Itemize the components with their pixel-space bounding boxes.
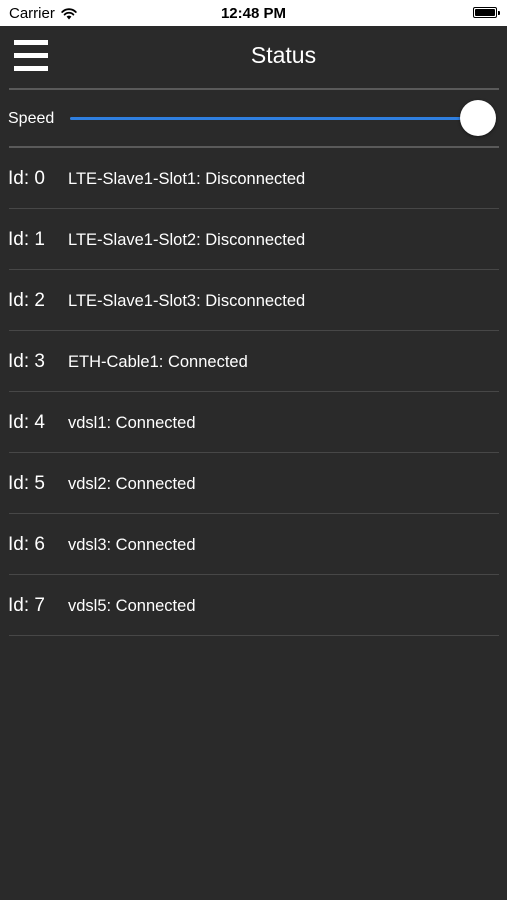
list-item[interactable]: Id: 5 vdsl2: Connected bbox=[0, 453, 507, 514]
list-item[interactable]: Id: 4 vdsl1: Connected bbox=[0, 392, 507, 453]
item-id: Id: 0 bbox=[8, 168, 45, 189]
list-item[interactable]: Id: 6 vdsl3: Connected bbox=[0, 514, 507, 575]
item-status-text: vdsl3: Connected bbox=[68, 536, 196, 554]
list-item[interactable]: Id: 0 LTE-Slave1-Slot1: Disconnected bbox=[0, 148, 507, 209]
item-id: Id: 7 bbox=[8, 595, 45, 616]
speed-slider-thumb[interactable] bbox=[460, 100, 496, 136]
list-item[interactable]: Id: 1 LTE-Slave1-Slot2: Disconnected bbox=[0, 209, 507, 270]
item-id: Id: 3 bbox=[8, 351, 45, 372]
item-status-text: ETH-Cable1: Connected bbox=[68, 353, 248, 371]
list-item[interactable]: Id: 7 vdsl5: Connected bbox=[0, 575, 507, 636]
speed-slider-fill bbox=[70, 117, 478, 120]
item-id: Id: 5 bbox=[8, 473, 45, 494]
item-id: Id: 6 bbox=[8, 534, 45, 555]
item-status-text: vdsl1: Connected bbox=[68, 414, 196, 432]
speed-slider-track[interactable] bbox=[70, 100, 496, 136]
item-status-text: LTE-Slave1-Slot3: Disconnected bbox=[68, 292, 306, 310]
item-status-text: vdsl5: Connected bbox=[68, 597, 196, 615]
item-id: Id: 2 bbox=[8, 290, 45, 311]
list-item[interactable]: Id: 3 ETH-Cable1: Connected bbox=[0, 331, 507, 392]
item-status-text: vdsl2: Connected bbox=[68, 475, 196, 493]
speed-control: Speed bbox=[0, 92, 507, 146]
page-title: Status bbox=[250, 42, 317, 68]
item-id: Id: 4 bbox=[8, 412, 45, 433]
item-status-text: LTE-Slave1-Slot1: Disconnected bbox=[68, 170, 306, 188]
system-status-bar: Carrier 12:48 PM bbox=[0, 0, 507, 26]
clock: 12:48 PM bbox=[220, 5, 287, 22]
battery-icon bbox=[473, 7, 500, 18]
list-item[interactable]: Id: 2 LTE-Slave1-Slot3: Disconnected bbox=[0, 270, 507, 331]
connection-status-list: Id: 0 LTE-Slave1-Slot1: Disconnected Id: 1… bbox=[0, 148, 507, 636]
item-id: Id: 1 bbox=[8, 229, 45, 250]
battery-level bbox=[475, 9, 495, 16]
row-divider bbox=[9, 635, 499, 636]
battery-tip bbox=[498, 11, 500, 15]
speed-label: Speed bbox=[8, 110, 55, 127]
header-divider bbox=[9, 88, 499, 90]
item-status-text: LTE-Slave1-Slot2: Disconnected bbox=[68, 231, 306, 249]
navigation-header: Status bbox=[0, 26, 507, 88]
